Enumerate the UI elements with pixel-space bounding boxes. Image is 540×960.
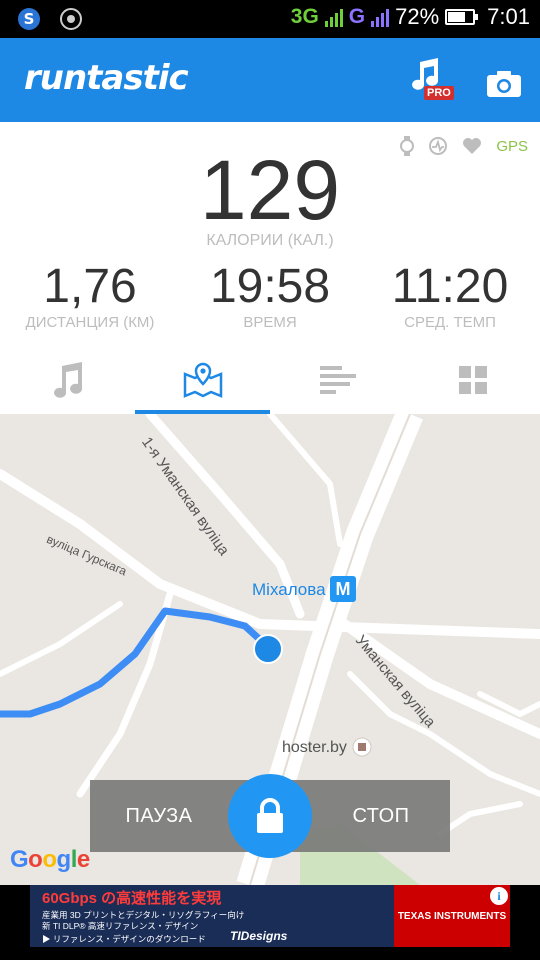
- ad-content[interactable]: 60Gbps の高速性能を実現 産業用 3D プリントとデジタル・リソグラフィー…: [30, 885, 510, 947]
- time-metric[interactable]: 19:58 ВРЕМЯ: [180, 260, 360, 332]
- runtastic-logo: runtastic: [24, 58, 189, 98]
- pace-value: 11:20: [391, 260, 509, 313]
- time-label: ВРЕМЯ: [243, 314, 297, 331]
- metro-station-label: Міхалова: [252, 580, 326, 599]
- ad-brand: TIDesigns: [230, 929, 288, 943]
- lock-icon: [257, 798, 283, 833]
- ad-banner[interactable]: 60Gbps の高速性能を実現 産業用 3D プリントとデジタル・リソグラフィー…: [0, 885, 540, 960]
- distance-metric[interactable]: 1,76 ДИСТАНЦИЯ (КМ): [0, 260, 180, 332]
- bars-list-icon: [319, 366, 356, 394]
- network-3g-label: 3G: [290, 5, 319, 28]
- lock-button[interactable]: [228, 774, 312, 858]
- poi-label[interactable]: hoster.by: [282, 739, 347, 757]
- ad-info-icon[interactable]: i: [490, 887, 508, 905]
- tab-map[interactable]: [135, 346, 270, 414]
- pace-label: СРЕД. ТЕМП: [404, 314, 496, 331]
- status-clock: 7:01: [487, 4, 530, 29]
- signal-strength-2-icon: [371, 7, 390, 27]
- signal-strength-icon: [324, 7, 343, 27]
- tab-music[interactable]: [0, 346, 135, 414]
- gps-status-icon: [60, 8, 82, 30]
- grid-icon: [458, 366, 487, 394]
- battery-percent: 72%: [395, 4, 440, 29]
- map-icon: [183, 362, 222, 398]
- ad-line-3: ▶ リファレンス・デザインのダウンロード: [42, 934, 206, 944]
- app-bar: runtastic PRO: [0, 38, 540, 122]
- battery-icon: [445, 9, 479, 25]
- camera-button[interactable]: [486, 70, 522, 102]
- pace-metric[interactable]: 11:20 СРЕД. ТЕМП: [360, 260, 540, 332]
- ad-headline: 60Gbps の高速性能を実現: [42, 890, 222, 907]
- distance-value: 1,76: [43, 260, 137, 313]
- tab-dashboard[interactable]: [405, 346, 540, 414]
- pause-button[interactable]: ПАУЗА: [94, 780, 224, 852]
- google-logo: Google: [10, 846, 90, 873]
- network-g-label: G: [348, 5, 366, 28]
- ad-line-2: 新 TI DLP® 高速リファレンス・デザイン: [42, 921, 199, 931]
- current-position-marker: [253, 634, 283, 664]
- pro-badge: PRO: [424, 86, 454, 100]
- music-pro-button[interactable]: PRO: [410, 58, 454, 102]
- tab-splits[interactable]: [270, 346, 405, 414]
- music-note-icon: [53, 362, 82, 398]
- metro-icon: M: [330, 576, 356, 602]
- time-value: 19:58: [209, 260, 331, 313]
- camera-icon: [487, 71, 521, 97]
- s-icon: S: [18, 8, 40, 30]
- distance-label: ДИСТАНЦИЯ (КМ): [25, 314, 155, 331]
- tab-bar: [0, 346, 540, 414]
- calories-label: КАЛОРИИ (КАЛ.): [206, 232, 334, 249]
- calories-value: 129: [199, 143, 341, 237]
- status-bar: S 3G G 72% 7:01: [0, 0, 540, 38]
- stop-button[interactable]: СТОП: [316, 780, 446, 852]
- battery-fill: [448, 12, 466, 22]
